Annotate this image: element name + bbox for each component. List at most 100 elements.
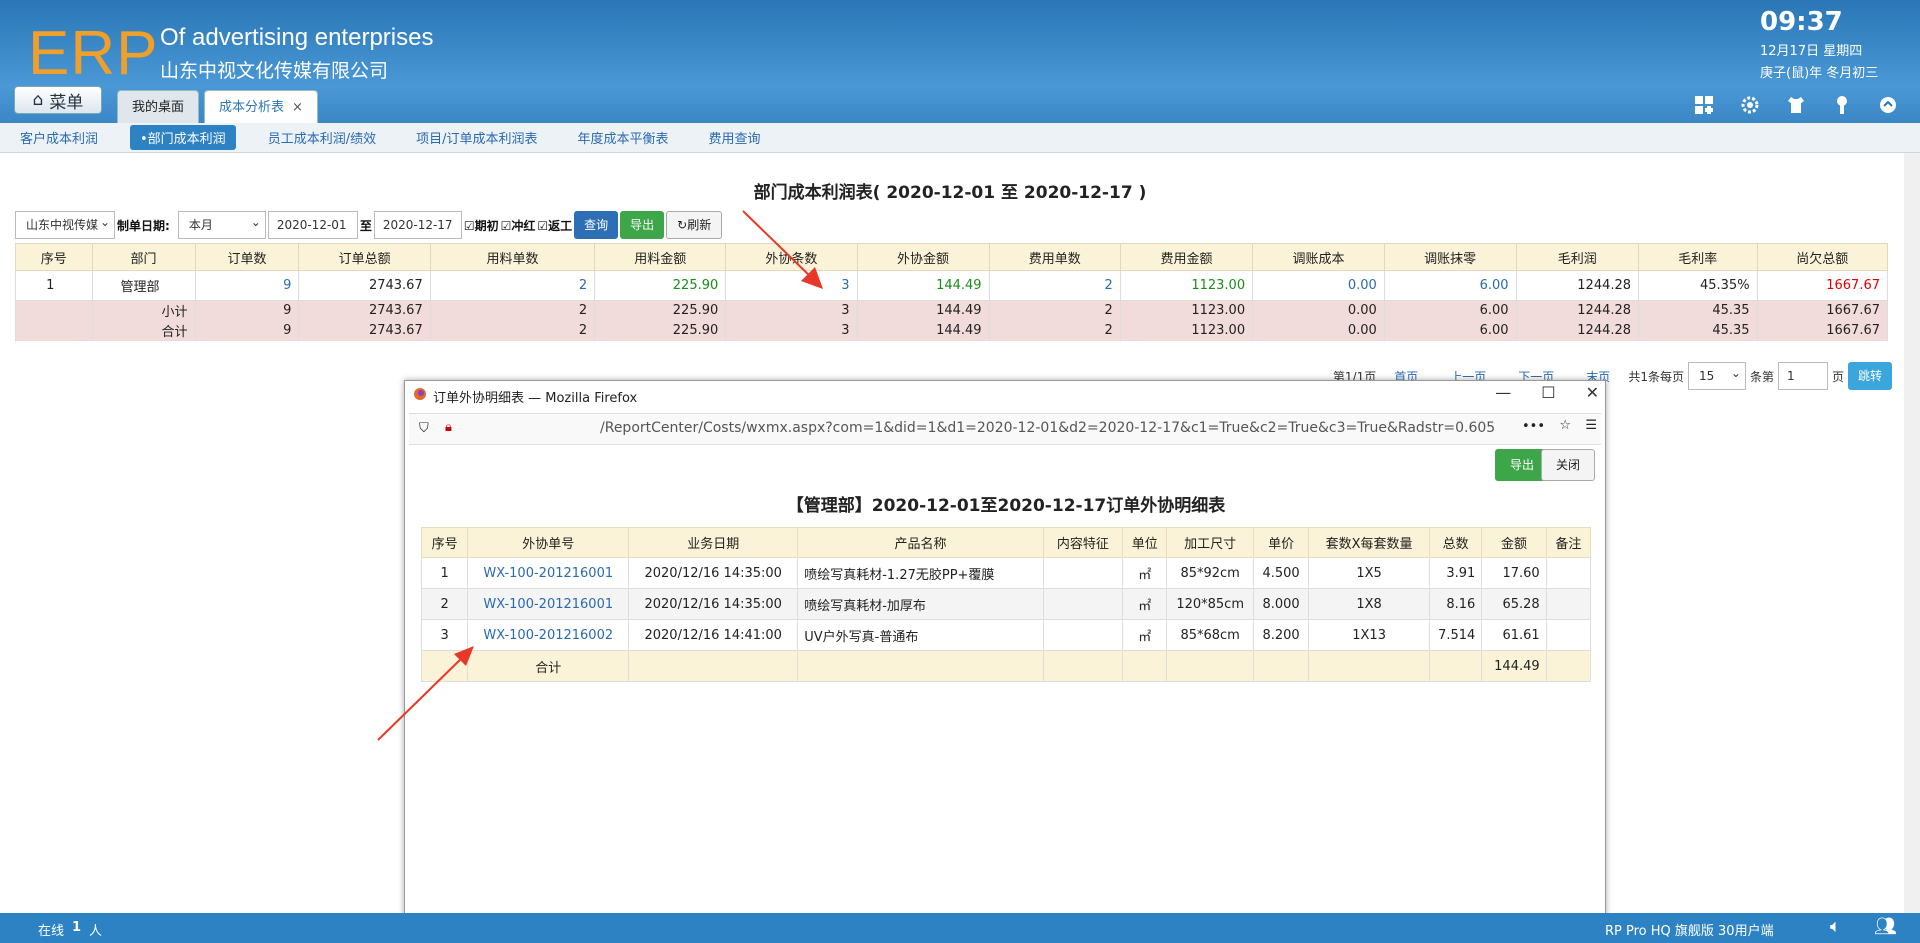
cell — [1545, 588, 1592, 620]
cell: 144.49 — [856, 300, 990, 321]
users-icon[interactable]: 👥︎ — [1874, 916, 1897, 937]
subnav-annual-balance[interactable]: 年度成本平衡表 — [557, 128, 688, 147]
refresh-button[interactable]: ↻刷新 — [666, 211, 723, 239]
cell: 1667.67 — [1756, 320, 1889, 341]
address-bar[interactable]: ⛉ 🔒︎ /ReportCenter/Costs/wxmx.aspx?com=1… — [409, 413, 1601, 445]
page-label: 条第 — [1749, 369, 1774, 384]
query-button[interactable]: 查询 — [574, 211, 619, 239]
page-scrollbar[interactable] — [1904, 153, 1920, 913]
clock-date: 12月17日 星期四 — [1760, 44, 1863, 59]
expense-count-link[interactable]: 2 — [988, 270, 1121, 301]
cell — [797, 650, 1044, 682]
tab-desktop[interactable]: 我的桌面 — [117, 90, 200, 123]
subnav-employee-profit[interactable]: 员工成本利润/绩效 — [248, 128, 396, 147]
total-label: 合计 — [467, 650, 630, 682]
subnav-customer-profit[interactable]: 客户成本利润 — [0, 128, 118, 147]
popup-close-button[interactable]: 关闭 — [1541, 449, 1595, 481]
cell[interactable]: 0.00 — [1252, 270, 1385, 301]
order-count-link[interactable]: 9 — [194, 270, 300, 301]
shirt-icon[interactable] — [1786, 95, 1806, 115]
cell: 1X8 — [1308, 588, 1430, 620]
cell: 225.90 — [594, 300, 727, 321]
cell: UV户外写真-普通布 — [797, 619, 1044, 651]
cell — [1545, 557, 1592, 589]
cell: 2743.67 — [298, 300, 431, 321]
star-icon[interactable]: ☆ — [1559, 418, 1571, 433]
cell[interactable]: 6.00 — [1383, 270, 1517, 301]
col-header: 尚欠总额 — [1756, 243, 1889, 271]
page-size-select[interactable]: 15 — [1687, 360, 1746, 390]
col-header: 外协单号 — [467, 527, 630, 558]
col-header: 部门 — [91, 243, 196, 271]
subnav-expense-query[interactable]: 费用查询 — [688, 128, 780, 147]
annotation-arrow-icon — [742, 210, 823, 289]
export-button[interactable]: 导出 — [620, 211, 665, 239]
period-select[interactable]: 本月 — [177, 209, 266, 239]
clock-lunar: 庚子(鼠)年 冬月初三 — [1760, 66, 1879, 81]
subnav-dept-profit[interactable]: •部门成本利润 — [130, 125, 236, 150]
page-number-input[interactable]: 1 — [1777, 362, 1828, 390]
cell: 0.00 — [1252, 300, 1385, 321]
grid-add-icon[interactable] — [1694, 95, 1714, 115]
table-header-row: 序号 部门 订单数 订单总额 用料单数 用料金额 外协条数 外协金额 费用单数 … — [15, 243, 1889, 271]
cell: 2 — [420, 588, 469, 620]
minimize-icon[interactable]: — — [1495, 383, 1511, 402]
maximize-icon[interactable]: ☐ — [1541, 383, 1555, 402]
toolbar-icons — [1694, 95, 1898, 115]
reversal-checkbox[interactable]: ☑冲红 — [501, 217, 536, 234]
collapse-icon[interactable] — [1878, 95, 1898, 115]
home-icon: ⌂ — [32, 90, 44, 110]
cell: 1X13 — [1308, 619, 1430, 651]
hamburger-menu-icon[interactable]: ☰ — [1585, 418, 1597, 433]
more-icon[interactable]: ••• — [1522, 419, 1545, 434]
menu-button[interactable]: ⌂ 菜单 — [14, 86, 102, 114]
rework-checkbox[interactable]: ☑返工 — [537, 217, 572, 234]
tab-cost-analysis[interactable]: 成本分析表 × — [204, 90, 318, 123]
material-count-link[interactable]: 2 — [429, 270, 596, 301]
speaker-icon[interactable]: 🔈︎ — [1830, 916, 1841, 937]
close-icon[interactable]: × — [292, 100, 303, 115]
cell — [1042, 619, 1124, 651]
col-header: 费用金额 — [1119, 243, 1254, 271]
col-header: 毛利率 — [1638, 243, 1758, 271]
cell: 喷绘写真耗材-1.27无胶PP+覆膜 — [797, 557, 1044, 589]
key-icon[interactable] — [1832, 95, 1852, 115]
url-text[interactable]: /ReportCenter/Costs/wxmx.aspx?com=1&did=… — [600, 420, 1495, 436]
cell: 8.200 — [1252, 619, 1310, 651]
logo: ERP — [28, 19, 159, 88]
col-header: 序号 — [420, 527, 469, 558]
enterprise-en: Of advertising enterprises — [160, 24, 434, 51]
cell: 2020/12/16 14:41:00 — [628, 619, 799, 651]
cell — [1042, 557, 1124, 589]
cell — [15, 320, 93, 341]
cell: 17.60 — [1481, 557, 1547, 589]
tab-label: 成本分析表 — [219, 100, 285, 115]
menu-label: 菜单 — [49, 92, 84, 113]
col-header: 金额 — [1481, 527, 1547, 558]
cell: 2 — [429, 300, 596, 321]
cell: 120*85cm — [1166, 588, 1254, 620]
cell — [1252, 650, 1310, 682]
close-window-icon[interactable]: ✕ — [1586, 383, 1599, 402]
subnav-project-profit[interactable]: 项目/订单成本利润表 — [396, 128, 557, 147]
order-no-link[interactable]: WX-100-201216002 — [467, 619, 630, 651]
online-unit: 人 — [89, 924, 103, 939]
company-select[interactable]: 山东中视传媒 — [15, 209, 115, 239]
date-from-input[interactable]: 2020-12-01 — [267, 211, 358, 239]
cell: 9 — [194, 300, 300, 321]
cell: 1 — [420, 557, 469, 589]
order-no-link[interactable]: WX-100-201216001 — [467, 588, 630, 620]
opening-checkbox[interactable]: ☑期初 — [464, 217, 499, 234]
col-header: 套数X每套数量 — [1308, 527, 1430, 558]
cell: 144.49 — [856, 320, 990, 341]
cell: 85*68cm — [1166, 619, 1254, 651]
order-no-link[interactable]: WX-100-201216001 — [467, 557, 630, 589]
cell: 1123.00 — [1119, 320, 1254, 341]
table-row: 3 WX-100-201216002 2020/12/16 14:41:00 U… — [420, 619, 1592, 651]
cell: 6.00 — [1383, 320, 1517, 341]
cell — [1308, 650, 1430, 682]
date-to-input[interactable]: 2020-12-17 — [373, 211, 462, 239]
gear-icon[interactable] — [1740, 95, 1760, 115]
go-button[interactable]: 跳转 — [1847, 362, 1892, 390]
cell: 45.35 — [1638, 320, 1758, 341]
